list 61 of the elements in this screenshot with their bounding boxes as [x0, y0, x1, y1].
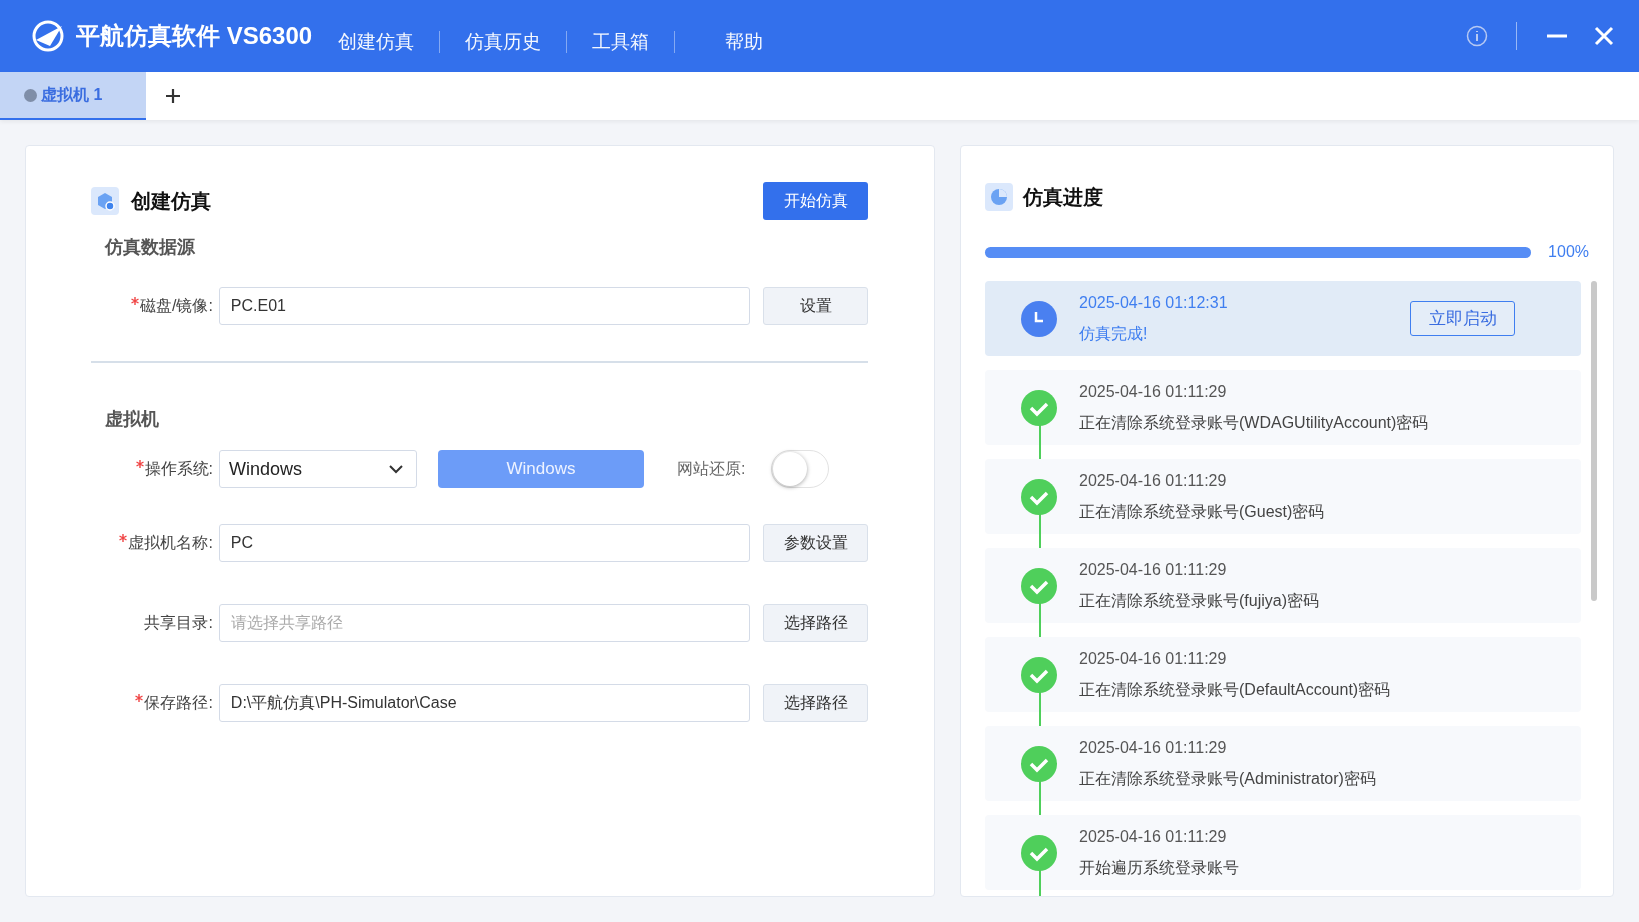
log-message: 开始遍历系统登录账号 — [1079, 858, 1239, 878]
logo-icon — [30, 18, 66, 54]
field-label: 磁盘/镜像: — [91, 294, 219, 318]
log-message: 正在清除系统登录账号(WDAGUtilityAccount)密码 — [1079, 413, 1429, 433]
field-label: 共享目录: — [143, 613, 214, 633]
clock-icon — [1021, 300, 1057, 337]
check-circle-icon — [1021, 567, 1057, 604]
log-message: 正在清除系统登录账号(DefaultAccount)密码 — [1079, 680, 1391, 700]
panel-title: 创建仿真 — [131, 189, 211, 214]
menu-item[interactable]: 工具箱 — [567, 27, 675, 57]
log-message: 仿真完成! — [1079, 324, 1149, 344]
info-icon[interactable] — [1466, 25, 1488, 47]
section-title: 仿真数据源 — [105, 236, 196, 259]
restore-toggle[interactable] — [771, 450, 830, 488]
toggle-label: 网站还原: — [677, 459, 746, 479]
required-asterisk-icon — [135, 460, 144, 468]
required-asterisk-icon — [135, 694, 144, 702]
check-circle-icon — [1021, 478, 1057, 515]
scrollbar[interactable] — [1591, 281, 1597, 601]
input-field[interactable]: D:\平航仿真\PH-Simulator\Case — [218, 684, 751, 722]
log-message: 正在清除系统登录账号(Guest)密码 — [1079, 502, 1325, 522]
field-button[interactable]: 选择路径 — [763, 684, 868, 722]
pie-chart-icon — [985, 183, 1013, 211]
log-message: 正在清除系统登录账号(Administrator)密码 — [1079, 769, 1376, 789]
os-dropdown[interactable]: Windows — [219, 450, 417, 488]
log-time: 2025-04-16 01:11:29 — [1079, 471, 1228, 491]
check-circle-icon — [1021, 656, 1057, 693]
check-circle-icon — [1021, 389, 1057, 426]
launch-button[interactable]: 立即启动 — [1410, 301, 1515, 336]
chevron-down-icon — [388, 464, 404, 474]
field-button[interactable]: 设置 — [763, 287, 868, 325]
field-button[interactable]: 选择路径 — [763, 604, 868, 642]
start-button[interactable]: 开始仿真 — [763, 182, 868, 220]
app-title: 平航仿真软件 VS6300 — [76, 21, 313, 51]
required-asterisk-icon — [130, 297, 139, 305]
input-field[interactable]: PC.E01 — [218, 287, 751, 325]
log-message: 正在清除系统登录账号(fujiya)密码 — [1079, 591, 1319, 611]
close-icon[interactable] — [1593, 25, 1615, 47]
log-time: 2025-04-16 01:11:29 — [1079, 827, 1228, 847]
menu-item[interactable]: 帮助 — [675, 27, 789, 57]
log-time: 2025-04-16 01:12:31 — [1079, 293, 1228, 313]
progress-reading: 100% — [1548, 242, 1589, 262]
field-label: 保存路径: — [91, 691, 219, 715]
log-time: 2025-04-16 01:11:29 — [1079, 560, 1228, 580]
log-time: 2025-04-16 01:11:29 — [1079, 738, 1228, 758]
panel-title: 仿真进度 — [1023, 185, 1103, 210]
section-title: 虚拟机 — [105, 408, 160, 431]
required-asterisk-icon — [119, 534, 128, 542]
field-label: 操作系统: — [91, 457, 219, 481]
menu-item[interactable]: 仿真历史 — [440, 27, 567, 57]
field-label: 虚拟机名称: — [91, 531, 219, 555]
check-circle-icon — [1021, 834, 1057, 871]
log-time: 2025-04-16 01:11:29 — [1079, 649, 1228, 669]
cube-icon — [91, 187, 119, 215]
log-time: 2025-04-16 01:11:29 — [1079, 382, 1228, 402]
field-button[interactable]: 参数设置 — [763, 524, 868, 562]
menu-item[interactable]: 创建仿真 — [338, 27, 440, 57]
input-field[interactable]: 请选择共享路径 — [218, 604, 751, 642]
input-field[interactable]: PC — [218, 524, 751, 562]
check-circle-icon — [1021, 745, 1057, 782]
plus-icon — [165, 88, 181, 104]
